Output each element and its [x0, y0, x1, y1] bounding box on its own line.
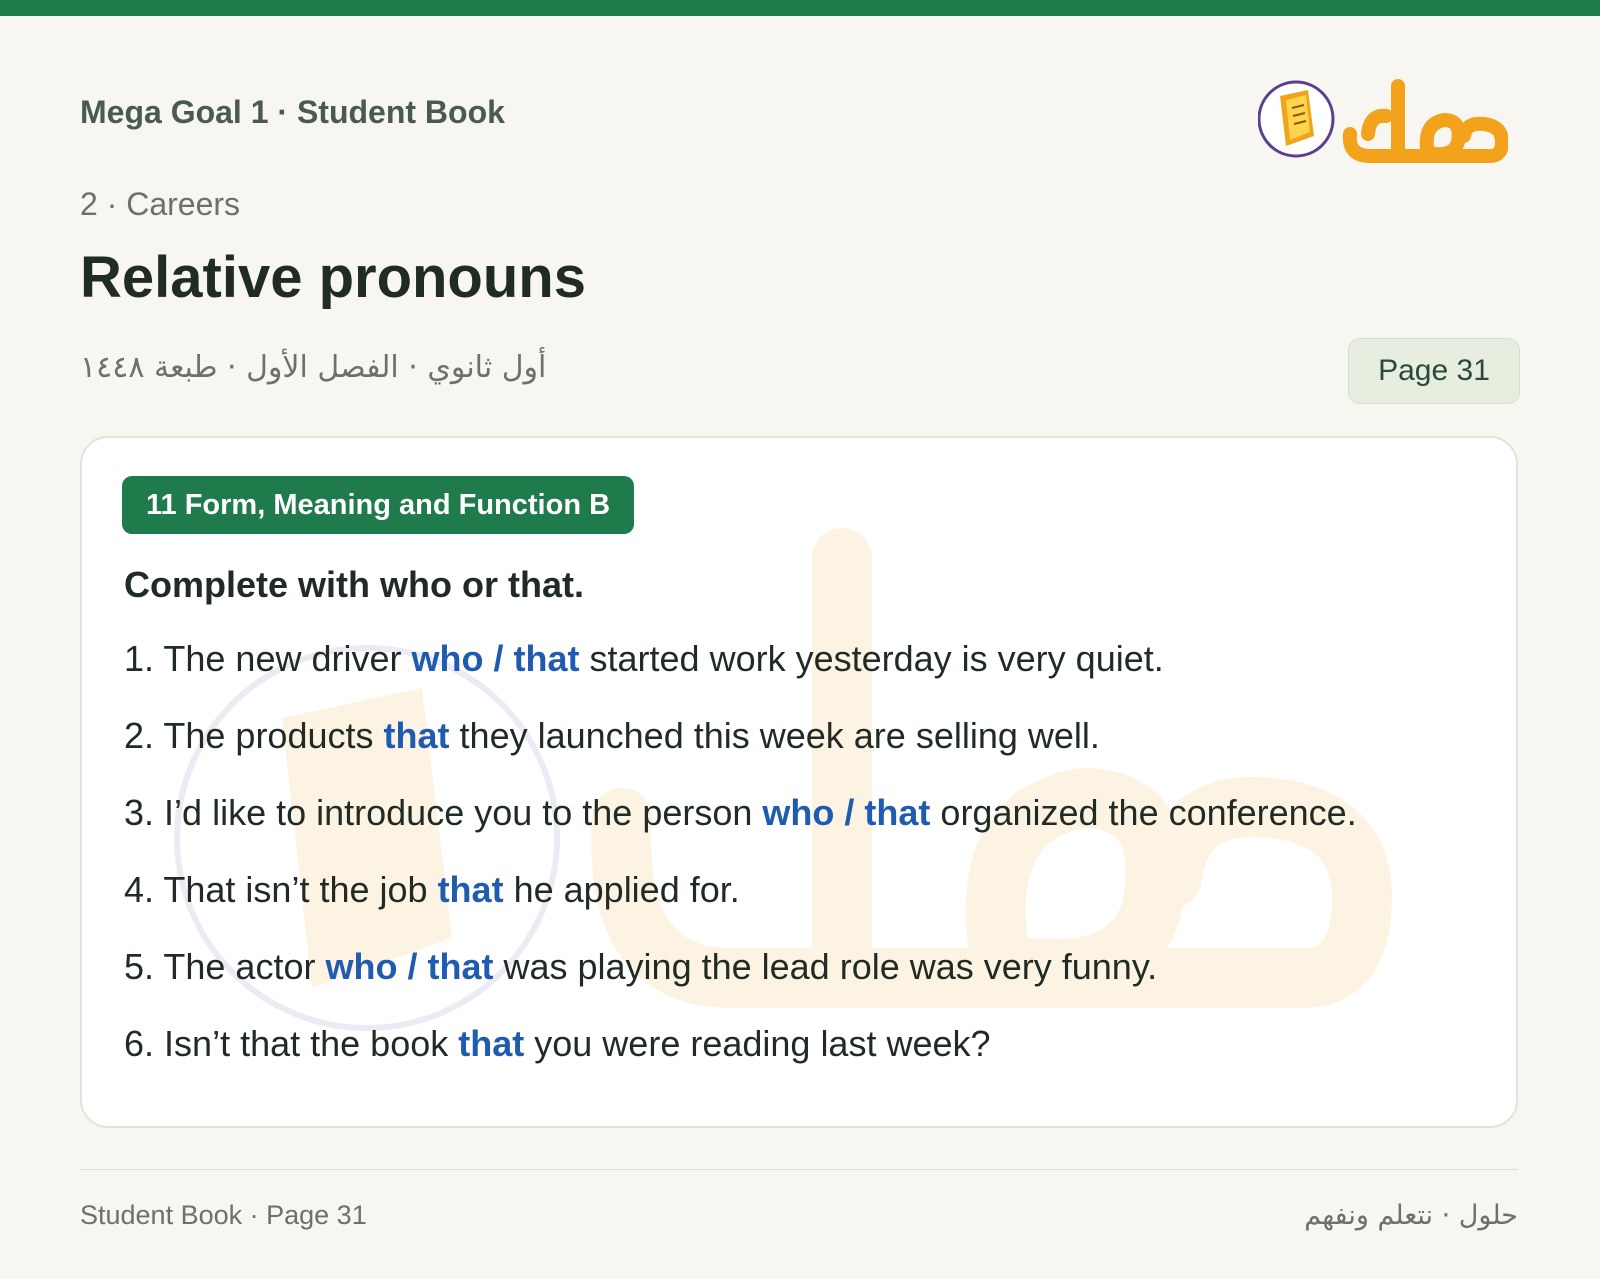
lesson-title: Relative pronouns	[80, 245, 586, 310]
footer-brand-tagline: حلول · نتعلم ونفهم	[1304, 1200, 1518, 1231]
item-text-before: I’d like to introduce you to the person	[164, 792, 753, 833]
book-title: Mega Goal 1 · Student Book	[80, 94, 505, 130]
item-text-after: he applied for.	[513, 869, 740, 910]
item-text-before: Isn’t that the book	[164, 1023, 449, 1064]
page-number-label: Page 31	[1378, 354, 1490, 387]
item-answer: that	[437, 869, 504, 910]
item-text-after: organized the conference.	[940, 792, 1357, 833]
item-text-before: The products	[163, 715, 374, 756]
item-number: 3.	[124, 792, 155, 833]
exercise-item: 5. The actor who / that was playing the …	[124, 946, 1357, 1023]
book-icon	[1258, 80, 1335, 158]
hulul-logo[interactable]	[1258, 64, 1508, 174]
item-answer: who / that	[411, 638, 580, 679]
exercise-item: 3. I’d like to introduce you to the pers…	[124, 792, 1357, 869]
item-number: 2.	[124, 715, 155, 756]
exercise-item: 4. That isn’t the job that he applied fo…	[124, 869, 1357, 946]
item-text-after: you were reading last week?	[534, 1023, 991, 1064]
item-number: 4.	[124, 869, 155, 910]
exercise-card: 11 Form, Meaning and Function B Complete…	[80, 436, 1518, 1128]
exercise-item: 6. Isn’t that the book that you were rea…	[124, 1023, 1357, 1100]
top-accent-bar	[0, 0, 1600, 16]
item-number: 1.	[124, 638, 155, 679]
item-answer: that	[458, 1023, 525, 1064]
unit-label: 2 · Careers	[80, 186, 241, 222]
exercise-items: 1. The new driver who / that started wor…	[124, 638, 1357, 1100]
page-number-badge: Page 31	[1348, 338, 1520, 404]
item-answer: that	[383, 715, 450, 756]
item-number: 5.	[124, 946, 155, 987]
exercise-tag: 11 Form, Meaning and Function B	[122, 476, 635, 534]
item-number: 6.	[124, 1023, 155, 1064]
item-text-before: The actor	[163, 946, 316, 987]
item-text-after: they launched this week are selling well…	[459, 715, 1100, 756]
footer-page-reference: Student Book · Page 31	[80, 1200, 367, 1230]
item-answer: who / that	[762, 792, 931, 833]
exercise-tag-label: 11 Form, Meaning and Function B	[146, 488, 611, 521]
footer-divider	[80, 1169, 1518, 1170]
item-text-before: That isn’t the job	[163, 869, 428, 910]
arabic-grade-meta: أول ثانوي · الفصل الأول · طبعة ١٤٤٨	[80, 350, 547, 385]
exercise-item: 2. The products that they launched this …	[124, 715, 1357, 792]
item-text-after: started work yesterday is very quiet.	[589, 638, 1164, 679]
logo-wordmark	[1342, 79, 1508, 163]
exercise-item: 1. The new driver who / that started wor…	[124, 638, 1357, 715]
item-text-before: The new driver	[163, 638, 402, 679]
exercise-instruction: Complete with who or that.	[124, 564, 584, 605]
item-text-after: was playing the lead role was very funny…	[503, 946, 1158, 987]
item-answer: who / that	[325, 946, 494, 987]
